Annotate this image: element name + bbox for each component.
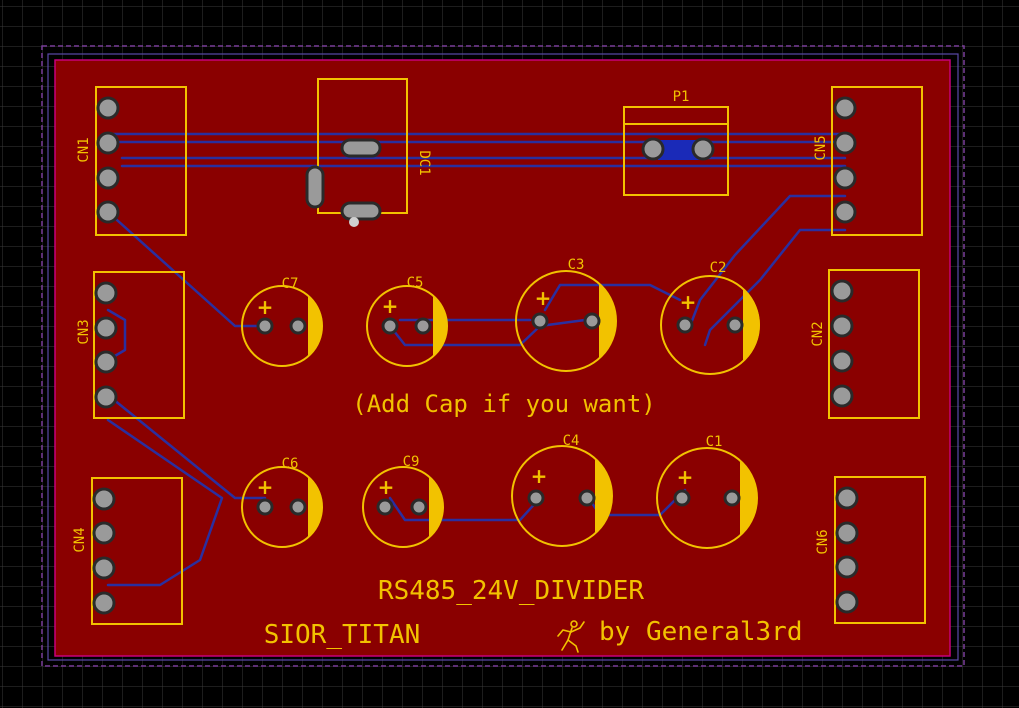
label-c7: C7 bbox=[282, 276, 299, 292]
label-c2: C2 bbox=[710, 260, 727, 276]
plus-c4: + bbox=[531, 464, 548, 488]
label-c1: C1 bbox=[706, 434, 723, 450]
label-c9: C9 bbox=[403, 454, 420, 470]
label-p1: P1 bbox=[673, 89, 690, 105]
board-title: RS485_24V_DIVIDER bbox=[378, 576, 644, 606]
label-c4: C4 bbox=[563, 433, 580, 449]
project-name: SIOR_TITAN bbox=[264, 620, 421, 650]
plus-c3: + bbox=[535, 286, 552, 310]
plus-c7: + bbox=[257, 295, 274, 319]
label-cn6: CN6 bbox=[815, 529, 831, 554]
label-cn3: CN3 bbox=[76, 319, 92, 344]
label-c6: C6 bbox=[282, 456, 299, 472]
plus-c9: + bbox=[378, 475, 395, 499]
note-text: (Add Cap if you want) bbox=[352, 390, 655, 418]
label-cn5: CN5 bbox=[813, 135, 829, 160]
plus-c6: + bbox=[257, 475, 274, 499]
label-dc1: DC1 bbox=[416, 150, 432, 175]
label-cn2: CN2 bbox=[810, 321, 826, 346]
dc1-marker bbox=[349, 217, 359, 227]
label-c5: C5 bbox=[407, 275, 424, 291]
label-cn4: CN4 bbox=[72, 527, 88, 552]
label-c3: C3 bbox=[568, 257, 585, 273]
plus-c5: + bbox=[382, 294, 399, 318]
plus-c1: + bbox=[677, 465, 694, 489]
author-text: by General3rd bbox=[599, 617, 803, 647]
label-cn1: CN1 bbox=[76, 137, 92, 162]
pcb-board-view[interactable]: CN1 CN3 CN4 CN5 CN2 CN6 DC1 P1 C7 C5 C3 … bbox=[0, 0, 1019, 708]
plus-c2: + bbox=[680, 290, 697, 314]
